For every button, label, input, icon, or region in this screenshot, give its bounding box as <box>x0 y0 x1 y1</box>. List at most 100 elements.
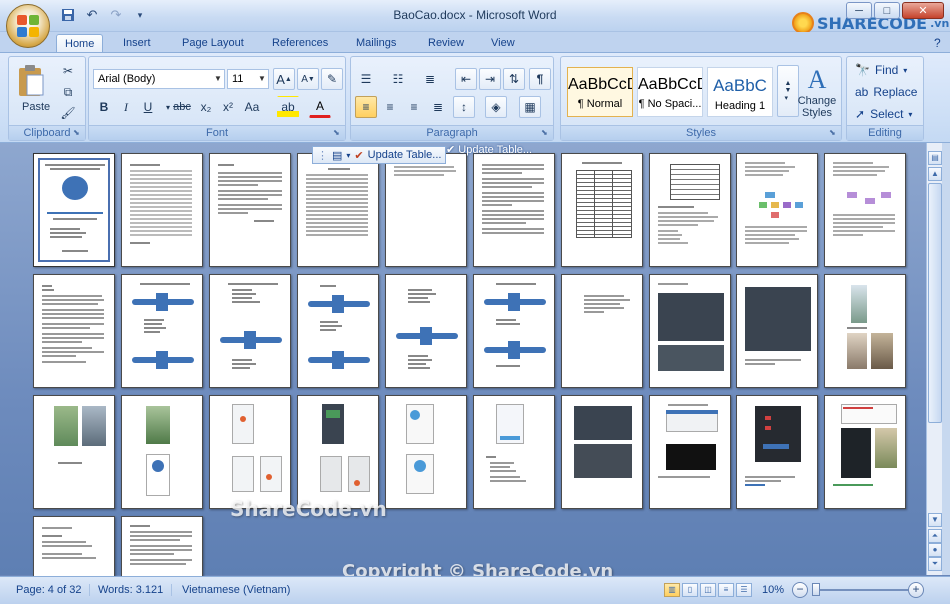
word-count[interactable]: Words: 3.121 <box>98 584 173 596</box>
minimize-button[interactable]: ─ <box>846 2 872 19</box>
page-thumbnail[interactable] <box>297 395 379 509</box>
zoom-slider-thumb[interactable] <box>812 583 820 596</box>
tab-view[interactable]: View <box>483 34 523 53</box>
font-name-select[interactable]: Arial (Body) ▼ <box>93 69 225 89</box>
page-count[interactable]: Page: 4 of 32 <box>16 584 91 596</box>
increase-indent-icon[interactable]: ⇥ <box>479 68 501 90</box>
paragraph-launcher-icon[interactable]: ⬊ <box>541 128 551 138</box>
subscript-button[interactable]: x₂ <box>195 96 217 118</box>
close-button[interactable]: ✕ <box>902 2 944 19</box>
sort-icon[interactable]: ⇅ <box>503 68 525 90</box>
scroll-thumb[interactable] <box>928 183 942 423</box>
strikethrough-button[interactable]: abc <box>171 96 193 118</box>
page-thumbnail[interactable] <box>561 395 643 509</box>
page-thumbnail[interactable] <box>473 274 555 388</box>
page-thumbnail[interactable] <box>824 395 906 509</box>
page-thumbnail[interactable] <box>121 153 203 267</box>
scroll-up-icon[interactable]: ▲ <box>928 167 942 181</box>
zoom-out-button[interactable]: − <box>792 582 808 598</box>
decrease-indent-icon[interactable]: ⇤ <box>455 68 477 90</box>
copy-icon[interactable]: ⧉ <box>57 81 79 103</box>
table-icon[interactable]: ▤ <box>332 149 342 162</box>
align-left-icon[interactable]: ≡ <box>355 96 377 118</box>
help-icon[interactable]: ? <box>926 34 949 53</box>
style-heading-1[interactable]: AaBbC Heading 1 <box>707 67 773 117</box>
page-thumbnail[interactable] <box>209 274 291 388</box>
align-center-icon[interactable]: ≡ <box>379 96 401 118</box>
highlight-button[interactable]: ab <box>277 96 299 118</box>
tab-mailings[interactable]: Mailings <box>348 34 404 53</box>
page-thumbnail[interactable] <box>385 153 467 267</box>
page-thumbnail[interactable] <box>209 153 291 267</box>
tab-references[interactable]: References <box>264 34 336 53</box>
tab-page-layout[interactable]: Page Layout <box>174 34 252 53</box>
styles-launcher-icon[interactable]: ⬊ <box>829 128 839 138</box>
underline-button[interactable]: U <box>137 96 159 118</box>
font-launcher-icon[interactable]: ⬊ <box>333 128 343 138</box>
page-thumbnail[interactable] <box>649 395 731 509</box>
page-thumbnail[interactable] <box>297 153 379 267</box>
previous-page-icon[interactable]: ⏶ <box>928 529 942 543</box>
page-thumbnail[interactable] <box>649 274 731 388</box>
document-area[interactable]: ShareCode.vn Copyright © ShareCode.vn <box>0 143 926 604</box>
page-thumbnail[interactable] <box>121 274 203 388</box>
multilevel-list-icon[interactable]: ≣ <box>419 68 441 90</box>
page-thumbnail[interactable] <box>824 274 906 388</box>
draft-view-icon[interactable]: ☰ <box>736 583 752 597</box>
print-layout-view-icon[interactable]: ▥ <box>664 583 680 597</box>
tab-review[interactable]: Review <box>420 34 472 53</box>
office-button[interactable] <box>6 4 50 48</box>
page-thumbnail[interactable] <box>33 153 115 267</box>
chevron-down-icon[interactable]: ▾ <box>346 151 350 160</box>
page-thumbnail[interactable] <box>33 274 115 388</box>
change-styles-button[interactable]: A Change Styles <box>795 63 839 121</box>
page-thumbnail[interactable] <box>385 274 467 388</box>
bullets-icon[interactable]: ☰ <box>355 68 377 90</box>
web-layout-icon[interactable]: ◫ <box>700 583 716 597</box>
vertical-scrollbar[interactable]: ▤ ▲ ▼ ⏶ ● ⏷ <box>926 143 942 575</box>
italic-button[interactable]: I <box>115 96 137 118</box>
page-thumbnail[interactable] <box>561 274 643 388</box>
page-thumbnail[interactable] <box>561 153 643 267</box>
clear-formatting-icon[interactable]: ✎ <box>321 68 343 90</box>
update-table-button[interactable]: Update Table... <box>368 149 442 161</box>
page-thumbnail[interactable] <box>121 395 203 509</box>
grow-font-button[interactable]: A ▲ <box>273 68 295 90</box>
scroll-down-icon[interactable]: ▼ <box>928 513 942 527</box>
font-size-select[interactable]: 11 ▼ <box>227 69 269 89</box>
change-case-button[interactable]: Aa <box>241 96 263 118</box>
tab-insert[interactable]: Insert <box>115 34 159 53</box>
borders-icon[interactable]: ▦ <box>519 96 541 118</box>
page-thumbnail[interactable] <box>649 153 731 267</box>
style-no-spacing[interactable]: AaBbCcD ¶ No Spaci... <box>637 67 703 117</box>
select-browse-object-icon[interactable]: ● <box>928 543 942 557</box>
outline-view-icon[interactable]: ≡ <box>718 583 734 597</box>
page-thumbnail[interactable] <box>736 274 818 388</box>
replace-button[interactable]: ab Replace <box>855 85 917 99</box>
page-thumbnail[interactable] <box>736 153 818 267</box>
page-thumbnail[interactable] <box>473 153 555 267</box>
paste-button[interactable] <box>13 61 49 101</box>
page-thumbnail[interactable] <box>209 395 291 509</box>
superscript-button[interactable]: x² <box>217 96 239 118</box>
bold-button[interactable]: B <box>93 96 115 118</box>
font-color-button[interactable]: A <box>309 96 331 118</box>
paste-label[interactable]: Paste <box>22 101 50 113</box>
cut-icon[interactable]: ✂ <box>57 60 79 82</box>
page-thumbnail[interactable] <box>297 274 379 388</box>
find-button[interactable]: 🔭 Find ▾ <box>855 63 907 77</box>
shrink-font-button[interactable]: A ▼ <box>297 68 319 90</box>
ruler-toggle-icon[interactable]: ▤ <box>928 151 942 165</box>
show-formatting-button[interactable]: ¶ <box>529 68 551 90</box>
numbering-icon[interactable]: ☷ <box>387 68 409 90</box>
page-thumbnail[interactable] <box>385 395 467 509</box>
clipboard-launcher-icon[interactable]: ⬊ <box>73 128 83 138</box>
line-spacing-icon[interactable]: ↕ <box>453 96 475 118</box>
align-right-icon[interactable]: ≡ <box>403 96 425 118</box>
page-thumbnail[interactable] <box>736 395 818 509</box>
tab-home[interactable]: Home <box>56 34 104 53</box>
maximize-button[interactable]: □ <box>874 2 900 19</box>
language-indicator[interactable]: Vietnamese (Vietnam) <box>182 584 298 596</box>
next-page-icon[interactable]: ⏷ <box>928 557 942 571</box>
zoom-slider-track[interactable] <box>812 589 908 591</box>
